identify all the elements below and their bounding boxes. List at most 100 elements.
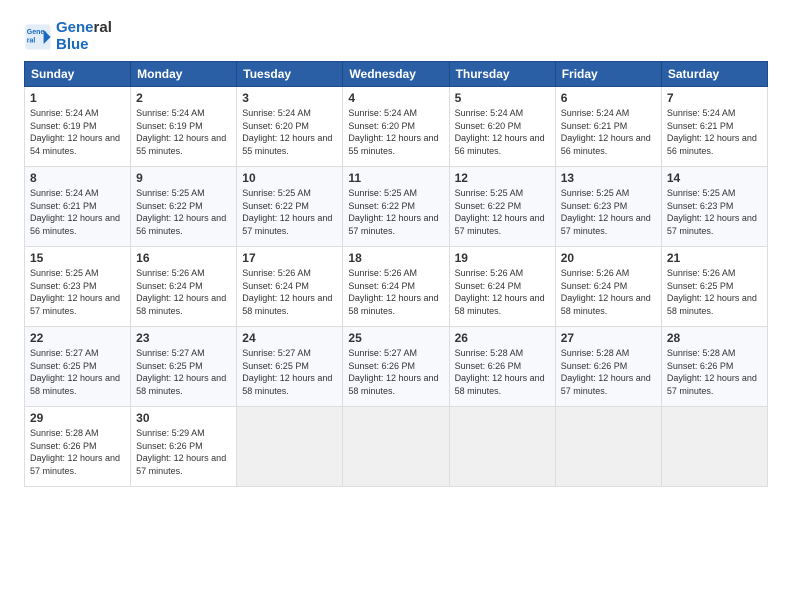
day-number: 13 [561, 171, 656, 185]
empty-day-cell [237, 407, 343, 487]
calendar-day-cell: 10 Sunrise: 5:25 AM Sunset: 6:22 PM Dayli… [237, 167, 343, 247]
day-number: 27 [561, 331, 656, 345]
calendar-day-cell: 14 Sunrise: 5:25 AM Sunset: 6:23 PM Dayli… [661, 167, 767, 247]
day-number: 7 [667, 91, 762, 105]
day-number: 14 [667, 171, 762, 185]
day-info: Sunrise: 5:24 AM Sunset: 6:19 PM Dayligh… [30, 107, 125, 157]
day-number: 1 [30, 91, 125, 105]
day-info: Sunrise: 5:28 AM Sunset: 6:26 PM Dayligh… [667, 347, 762, 397]
day-info: Sunrise: 5:28 AM Sunset: 6:26 PM Dayligh… [561, 347, 656, 397]
day-number: 8 [30, 171, 125, 185]
day-info: Sunrise: 5:24 AM Sunset: 6:21 PM Dayligh… [30, 187, 125, 237]
calendar-week-row: 15 Sunrise: 5:25 AM Sunset: 6:23 PM Dayli… [25, 247, 768, 327]
day-number: 30 [136, 411, 231, 425]
day-number: 21 [667, 251, 762, 265]
calendar-day-cell: 24 Sunrise: 5:27 AM Sunset: 6:25 PM Dayli… [237, 327, 343, 407]
calendar-week-row: 8 Sunrise: 5:24 AM Sunset: 6:21 PM Daylig… [25, 167, 768, 247]
day-number: 20 [561, 251, 656, 265]
day-number: 10 [242, 171, 337, 185]
calendar-day-cell: 3 Sunrise: 5:24 AM Sunset: 6:20 PM Daylig… [237, 87, 343, 167]
day-number: 2 [136, 91, 231, 105]
header: Gene- ral GeneralBlue [24, 20, 768, 53]
calendar-day-cell: 19 Sunrise: 5:26 AM Sunset: 6:24 PM Dayli… [449, 247, 555, 327]
weekday-header-row: SundayMondayTuesdayWednesdayThursdayFrid… [25, 62, 768, 87]
calendar-day-cell: 8 Sunrise: 5:24 AM Sunset: 6:21 PM Daylig… [25, 167, 131, 247]
day-number: 6 [561, 91, 656, 105]
weekday-header-friday: Friday [555, 62, 661, 87]
day-number: 29 [30, 411, 125, 425]
calendar-day-cell: 13 Sunrise: 5:25 AM Sunset: 6:23 PM Dayli… [555, 167, 661, 247]
day-info: Sunrise: 5:26 AM Sunset: 6:25 PM Dayligh… [667, 267, 762, 317]
calendar-day-cell: 18 Sunrise: 5:26 AM Sunset: 6:24 PM Dayli… [343, 247, 449, 327]
day-number: 15 [30, 251, 125, 265]
calendar-day-cell: 6 Sunrise: 5:24 AM Sunset: 6:21 PM Daylig… [555, 87, 661, 167]
day-info: Sunrise: 5:26 AM Sunset: 6:24 PM Dayligh… [561, 267, 656, 317]
day-info: Sunrise: 5:24 AM Sunset: 6:20 PM Dayligh… [242, 107, 337, 157]
day-number: 26 [455, 331, 550, 345]
weekday-header-thursday: Thursday [449, 62, 555, 87]
weekday-header-monday: Monday [131, 62, 237, 87]
day-number: 23 [136, 331, 231, 345]
day-info: Sunrise: 5:24 AM Sunset: 6:20 PM Dayligh… [348, 107, 443, 157]
weekday-header-saturday: Saturday [661, 62, 767, 87]
day-number: 9 [136, 171, 231, 185]
day-info: Sunrise: 5:25 AM Sunset: 6:23 PM Dayligh… [667, 187, 762, 237]
day-number: 11 [348, 171, 443, 185]
empty-day-cell [343, 407, 449, 487]
calendar-day-cell: 7 Sunrise: 5:24 AM Sunset: 6:21 PM Daylig… [661, 87, 767, 167]
day-number: 4 [348, 91, 443, 105]
day-number: 16 [136, 251, 231, 265]
day-info: Sunrise: 5:25 AM Sunset: 6:23 PM Dayligh… [561, 187, 656, 237]
day-info: Sunrise: 5:25 AM Sunset: 6:23 PM Dayligh… [30, 267, 125, 317]
calendar-day-cell: 22Sunrise: 5:27 AM Sunset: 6:25 PM Dayli… [25, 327, 131, 407]
calendar-day-cell: 15 Sunrise: 5:25 AM Sunset: 6:23 PM Dayli… [25, 247, 131, 327]
day-info: Sunrise: 5:24 AM Sunset: 6:20 PM Dayligh… [455, 107, 550, 157]
day-number: 28 [667, 331, 762, 345]
day-info: Sunrise: 5:25 AM Sunset: 6:22 PM Dayligh… [455, 187, 550, 237]
day-number: 22 [30, 331, 125, 345]
logo: Gene- ral GeneralBlue [24, 20, 112, 53]
calendar-day-cell: 21 Sunrise: 5:26 AM Sunset: 6:25 PM Dayli… [661, 247, 767, 327]
day-number: 5 [455, 91, 550, 105]
calendar-day-cell: 28 Sunrise: 5:28 AM Sunset: 6:26 PM Dayli… [661, 327, 767, 407]
day-info: Sunrise: 5:28 AM Sunset: 6:26 PM Dayligh… [455, 347, 550, 397]
day-info: Sunrise: 5:25 AM Sunset: 6:22 PM Dayligh… [348, 187, 443, 237]
empty-day-cell [661, 407, 767, 487]
day-info: Sunrise: 5:26 AM Sunset: 6:24 PM Dayligh… [455, 267, 550, 317]
day-info: Sunrise: 5:26 AM Sunset: 6:24 PM Dayligh… [136, 267, 231, 317]
calendar-day-cell: 5 Sunrise: 5:24 AM Sunset: 6:20 PM Daylig… [449, 87, 555, 167]
calendar-day-cell: 4 Sunrise: 5:24 AM Sunset: 6:20 PM Daylig… [343, 87, 449, 167]
day-info: Sunrise: 5:27 AM Sunset: 6:25 PM Dayligh… [242, 347, 337, 397]
day-number: 17 [242, 251, 337, 265]
logo-icon: Gene- ral [24, 23, 52, 51]
weekday-header-sunday: Sunday [25, 62, 131, 87]
page: Gene- ral GeneralBlue SundayMondayTuesda… [0, 0, 792, 612]
day-info: Sunrise: 5:25 AM Sunset: 6:22 PM Dayligh… [136, 187, 231, 237]
day-number: 24 [242, 331, 337, 345]
svg-text:ral: ral [27, 37, 36, 44]
day-info: Sunrise: 5:25 AM Sunset: 6:22 PM Dayligh… [242, 187, 337, 237]
day-info: Sunrise: 5:26 AM Sunset: 6:24 PM Dayligh… [348, 267, 443, 317]
calendar-day-cell: 9 Sunrise: 5:25 AM Sunset: 6:22 PM Daylig… [131, 167, 237, 247]
calendar-day-cell: 12Sunrise: 5:25 AM Sunset: 6:22 PM Dayli… [449, 167, 555, 247]
calendar-day-cell: 27 Sunrise: 5:28 AM Sunset: 6:26 PM Dayli… [555, 327, 661, 407]
calendar-day-cell: 2 Sunrise: 5:24 AM Sunset: 6:19 PM Daylig… [131, 87, 237, 167]
calendar-table: SundayMondayTuesdayWednesdayThursdayFrid… [24, 61, 768, 487]
calendar-week-row: 1 Sunrise: 5:24 AM Sunset: 6:19 PM Daylig… [25, 87, 768, 167]
day-info: Sunrise: 5:24 AM Sunset: 6:19 PM Dayligh… [136, 107, 231, 157]
day-info: Sunrise: 5:29 AM Sunset: 6:26 PM Dayligh… [136, 427, 231, 477]
day-info: Sunrise: 5:27 AM Sunset: 6:25 PM Dayligh… [136, 347, 231, 397]
day-info: Sunrise: 5:24 AM Sunset: 6:21 PM Dayligh… [667, 107, 762, 157]
weekday-header-tuesday: Tuesday [237, 62, 343, 87]
calendar-day-cell: 26 Sunrise: 5:28 AM Sunset: 6:26 PM Dayli… [449, 327, 555, 407]
calendar-week-row: 22 Sunrise: 5:27 AM Sunset: 6:25 PM Dayli… [25, 327, 768, 407]
calendar-day-cell: 16 Sunrise: 5:26 AM Sunset: 6:24 PM Dayli… [131, 247, 237, 327]
calendar-day-cell: 17Sunrise: 5:26 AM Sunset: 6:24 PM Dayli… [237, 247, 343, 327]
day-number: 18 [348, 251, 443, 265]
calendar-week-row: 29Sunrise: 5:28 AM Sunset: 6:26 PM Dayli… [25, 407, 768, 487]
calendar-day-cell: 11 Sunrise: 5:25 AM Sunset: 6:22 PM Dayli… [343, 167, 449, 247]
day-number: 19 [455, 251, 550, 265]
weekday-header-wednesday: Wednesday [343, 62, 449, 87]
day-info: Sunrise: 5:24 AM Sunset: 6:21 PM Dayligh… [561, 107, 656, 157]
day-number: 3 [242, 91, 337, 105]
